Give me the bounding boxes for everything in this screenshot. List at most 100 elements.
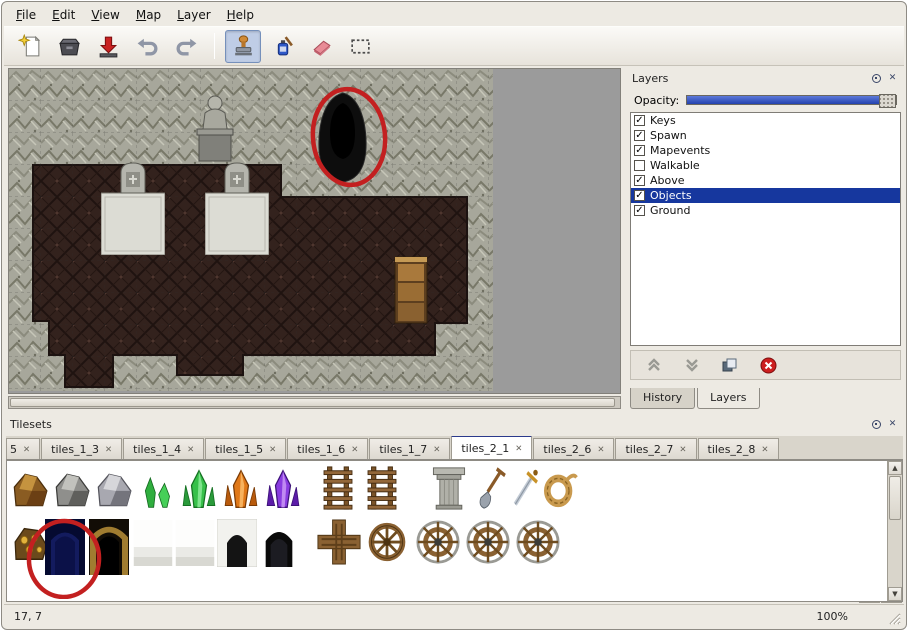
menu-file[interactable]: File — [8, 6, 44, 24]
layer-label: Objects — [650, 189, 692, 202]
raise-layer-button[interactable] — [643, 355, 665, 375]
panel-tab-layers[interactable]: Layers — [697, 388, 759, 409]
selection-tool-button[interactable] — [342, 30, 378, 63]
fill-tool-icon — [270, 34, 295, 59]
tab-label: tiles_1_4 — [133, 443, 181, 456]
tileset-tab-tiles_2_8[interactable]: tiles_2_8 ✕ — [698, 438, 779, 459]
layer-label: Above — [650, 174, 685, 187]
opacity-slider[interactable] — [686, 95, 897, 105]
tab-close-icon[interactable]: ✕ — [269, 445, 276, 455]
eraser-tool-button[interactable] — [303, 30, 339, 63]
layer-visibility-checkbox[interactable]: ✓ — [634, 190, 645, 201]
fill-tool-button[interactable] — [264, 30, 300, 63]
resize-grip[interactable] — [888, 612, 901, 625]
tileset-tab-tiles_2_6[interactable]: tiles_2_6✕ — [533, 438, 614, 459]
tileset-tab-tiles_2_7[interactable]: tiles_2_7✕ — [615, 438, 696, 459]
tile-track-wheel[interactable] — [371, 526, 402, 559]
tab-close-icon[interactable]: ✕ — [597, 445, 604, 455]
scroll-up-icon[interactable]: ▲ — [888, 461, 902, 475]
lower-layer-button[interactable] — [681, 355, 703, 375]
selection-tool-icon — [348, 34, 373, 59]
opacity-slider-handle[interactable] — [879, 94, 896, 108]
layer-visibility-checkbox[interactable]: ✓ — [634, 130, 645, 141]
tileset-tab-tiles_1_5[interactable]: tiles_1_5✕ — [205, 438, 286, 459]
tileset-canvas[interactable] — [7, 461, 885, 599]
layer-row-mapevents[interactable]: ✓ Mapevents — [631, 143, 900, 158]
stamp-tool-icon — [231, 34, 256, 59]
duplicate-layer-button[interactable] — [719, 355, 741, 375]
tile-turntable[interactable] — [418, 522, 458, 562]
tileset-tab-tiles_1_6[interactable]: tiles_1_6✕ — [287, 438, 368, 459]
tab-close-icon[interactable]: ✕ — [679, 445, 686, 455]
layer-row-spawn[interactable]: ✓Spawn — [631, 128, 900, 143]
menu-bar: FileEditViewMapLayerHelp — [4, 4, 904, 26]
map-canvas[interactable] — [9, 69, 493, 391]
tileset-vertical-scrollbar[interactable]: ▲ ▼ — [887, 461, 902, 601]
tile-turntable[interactable] — [468, 522, 508, 562]
panel-tab-history[interactable]: History — [630, 388, 695, 409]
scroll-down-icon[interactable]: ▼ — [888, 587, 902, 601]
menu-edit[interactable]: Edit — [44, 6, 83, 24]
scrollbar-thumb[interactable] — [889, 476, 901, 520]
toolbar-separator — [214, 33, 215, 59]
layers-list: ✓Keys✓Spawn✓MapeventsWalkable✓Above✓Obje… — [630, 112, 901, 346]
layer-row-above[interactable]: ✓ Above — [631, 173, 900, 188]
layer-row-keys[interactable]: ✓Keys — [631, 113, 900, 128]
layer-row-ground[interactable]: ✓Ground — [631, 203, 900, 218]
tile-fade-white[interactable] — [134, 520, 172, 566]
layer-visibility-checkbox[interactable] — [634, 160, 645, 171]
new-map-button[interactable] — [12, 30, 48, 63]
tab-close-icon[interactable]: ✕ — [23, 445, 30, 455]
menu-view[interactable]: View — [83, 6, 127, 24]
tab-label: 5 — [10, 443, 17, 456]
tab-close-icon[interactable]: ✕ — [433, 445, 440, 455]
tileset-tab-tiles_2_1[interactable]: tiles_2_1✕ — [451, 436, 532, 459]
tab-close-icon[interactable]: ✕ — [351, 445, 358, 455]
menu-help[interactable]: Help — [219, 6, 262, 24]
redo-button[interactable] — [168, 30, 204, 63]
stamp-tool-button[interactable] — [225, 30, 261, 63]
tab-label: tiles_2_8 — [708, 443, 756, 456]
layer-row-walkable[interactable]: Walkable — [631, 158, 900, 173]
tab-close-icon[interactable]: ✕ — [105, 445, 112, 455]
panel-tab-bar: HistoryLayers — [630, 388, 762, 409]
tileset-tab-tiles_1_3[interactable]: tiles_1_3✕ — [41, 438, 122, 459]
tile-door-goldframe[interactable] — [89, 519, 129, 575]
float-panel-icon[interactable] — [870, 418, 883, 431]
tile-door-navy[interactable] — [45, 519, 85, 575]
menu-layer[interactable]: Layer — [169, 6, 218, 24]
menu-map[interactable]: Map — [128, 6, 169, 24]
tab-close-icon[interactable]: ✕ — [187, 445, 194, 455]
layer-label: Mapevents — [650, 144, 710, 157]
tile-arch-white[interactable] — [217, 519, 257, 567]
scrollbar-thumb[interactable] — [10, 398, 615, 407]
layer-visibility-checkbox[interactable]: ✓ — [634, 115, 645, 126]
new-file-icon — [18, 34, 43, 59]
tileset-tab-5[interactable]: 5✕ — [6, 438, 40, 459]
open-icon — [57, 34, 82, 59]
tileset-tab-tiles_1_7[interactable]: tiles_1_7✕ — [369, 438, 450, 459]
tab-close-icon[interactable]: ✕ — [515, 444, 522, 454]
delete-icon — [760, 357, 777, 374]
tileset-tab-bar: 5✕tiles_1_3✕tiles_1_4✕tiles_1_5✕tiles_1_… — [6, 436, 903, 460]
tile-fade-white[interactable] — [176, 520, 214, 566]
close-panel-icon[interactable]: ✕ — [886, 72, 899, 85]
tile-turntable[interactable] — [518, 522, 558, 562]
close-panel-icon[interactable]: ✕ — [886, 418, 899, 431]
layer-visibility-checkbox[interactable]: ✓ — [634, 175, 645, 186]
delete-layer-button[interactable] — [757, 355, 779, 375]
tilesets-panel: Tilesets ✕ 5✕tiles_1_3✕tiles_1_4✕tiles_1… — [6, 414, 903, 604]
layer-row-objects[interactable]: ✓ Objects — [631, 188, 900, 203]
undo-button[interactable] — [129, 30, 165, 63]
tile-arch-black[interactable] — [266, 532, 293, 567]
tab-close-icon[interactable]: ✕ — [761, 445, 768, 455]
map-horizontal-scrollbar[interactable] — [8, 396, 621, 409]
tileset-tab-tiles_1_4[interactable]: tiles_1_4 ✕ — [123, 438, 204, 459]
layer-visibility-checkbox[interactable]: ✓ — [634, 205, 645, 216]
open-button[interactable] — [51, 30, 87, 63]
layer-visibility-checkbox[interactable]: ✓ — [634, 145, 645, 156]
float-panel-icon[interactable] — [870, 72, 883, 85]
layer-label: Walkable — [650, 159, 700, 172]
save-button[interactable] — [90, 30, 126, 63]
map-viewport — [8, 68, 621, 394]
